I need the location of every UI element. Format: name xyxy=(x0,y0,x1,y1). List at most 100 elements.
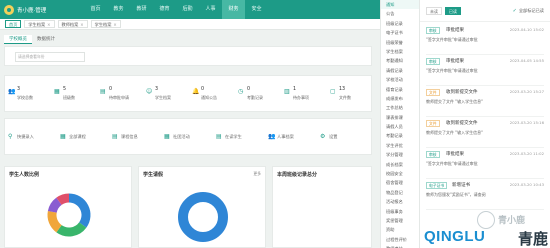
notification-body: "签字文件审批"申请通过审批 xyxy=(426,161,478,166)
stat-card[interactable]: 👥 3 学校总数 xyxy=(5,76,51,113)
nav-item[interactable]: 教务 xyxy=(107,0,130,19)
donut-slice-C[interactable] xyxy=(47,210,62,233)
quick-link-label: 设置 xyxy=(329,134,338,139)
tab[interactable]: 学生档案 × xyxy=(90,20,121,28)
doc-icon: ▤ xyxy=(216,133,222,140)
drawer-item[interactable]: 成长档案 xyxy=(381,160,419,169)
nav-item[interactable]: 首页 xyxy=(84,0,107,19)
drawer-item[interactable]: 教师考核 xyxy=(381,244,419,248)
stat-number: 3 xyxy=(155,87,159,92)
stat-number: 5 xyxy=(63,87,67,92)
drawer-item[interactable]: 奖惩管理 xyxy=(381,216,419,225)
stat-number: 0 xyxy=(109,87,113,92)
drawer-item[interactable]: 请假记录 xyxy=(381,66,419,75)
notification-tag: 审核 xyxy=(426,27,440,34)
drawer-item[interactable]: 通知 xyxy=(381,0,419,10)
stat-card[interactable]: ▦ 5 班级数 xyxy=(51,76,97,113)
drawer-item[interactable]: 学分管理 xyxy=(381,150,419,159)
drawer-item[interactable]: 班级荣誉 xyxy=(381,38,419,47)
tab-label: 学生档案 xyxy=(28,21,46,27)
watermark-wechat-label: 青小鹿 xyxy=(498,216,526,226)
notification-body: 教师提交了文件 "输入学生信息" xyxy=(426,130,483,135)
drawer-item[interactable]: 物品登记 xyxy=(381,188,419,197)
panel-weekly-score: 本周班级记录总分 xyxy=(272,166,372,248)
notification-date: 2023-03-20 11:02 xyxy=(509,151,544,156)
quick-link[interactable]: 👥 人事档案 xyxy=(265,119,311,156)
drawer-item[interactable]: 学生评优 xyxy=(381,141,419,150)
donut-slice-B[interactable] xyxy=(56,222,87,237)
drawer-item[interactable]: 资助 xyxy=(381,225,419,234)
notification-item[interactable]: 审核 审批结果 2023-03-20 11:02 "签字文件审批"申请通过审批 xyxy=(426,151,544,179)
drawer-item[interactable]: 成绩发布 xyxy=(381,94,419,103)
tab[interactable]: 学生档案 × xyxy=(24,20,55,28)
drawer-item[interactable]: 班级事务 xyxy=(381,207,419,216)
stat-label: 学生档案 xyxy=(155,95,171,100)
donut-slice-E[interactable] xyxy=(56,193,70,206)
notification-date: 2023-03-20 15:27 xyxy=(509,89,544,94)
nav-item[interactable]: 德育 xyxy=(153,0,176,19)
quick-link[interactable]: ▦ 全部课程 xyxy=(57,119,103,156)
stat-card[interactable]: ▤ 0 待审批申请 xyxy=(97,76,143,113)
link-icon: ⚲ xyxy=(8,133,13,140)
tab[interactable]: 教师档案 × xyxy=(57,20,88,28)
nav-item[interactable]: 后勤 xyxy=(176,0,199,19)
stat-card[interactable]: 🔔 0 通知公告 xyxy=(189,76,235,113)
drawer-item[interactable]: 班级记录 xyxy=(381,19,419,28)
drawer-item[interactable]: 德育记录 xyxy=(381,85,419,94)
quick-link[interactable]: ▤ 在读学生 xyxy=(213,119,259,156)
panel-student-leave: 学生请假 更多 xyxy=(138,166,266,248)
quick-link[interactable]: ▦ 社团活动 xyxy=(161,119,207,156)
subtab[interactable]: 学校概览 xyxy=(4,35,32,44)
check-icon: ✓ xyxy=(512,7,517,14)
drawer-item[interactable]: 公告 xyxy=(381,9,419,18)
filter-unread[interactable]: 未读 xyxy=(426,6,442,15)
nav-item[interactable]: 教研 xyxy=(130,0,153,19)
drawer-item[interactable]: 请假人员 xyxy=(381,122,419,131)
mark-all-read-button[interactable]: ✓ 全部标记已读 xyxy=(513,8,544,14)
nav-item[interactable]: 人事 xyxy=(199,0,222,19)
panel-student-ratio: 学生人数比例 xyxy=(4,166,132,248)
stat-label: 学校总数 xyxy=(17,95,33,100)
year-select[interactable]: 请选择查看年份 xyxy=(15,52,85,62)
drawer-item[interactable]: 电子证书 xyxy=(381,28,419,37)
stat-card[interactable]: ☺ 3 学生档案 xyxy=(143,76,189,113)
donut-slice-请假[interactable] xyxy=(178,192,228,242)
drawer-item[interactable]: 过程性评价 xyxy=(381,235,419,244)
close-icon[interactable]: × xyxy=(47,21,50,28)
drawer-item[interactable]: 考勤通知 xyxy=(381,56,419,65)
quick-link-label: 在读学生 xyxy=(225,134,242,139)
drawer-item[interactable]: 宿舍管理 xyxy=(381,178,419,187)
quick-link[interactable]: ⚙ 设置 xyxy=(317,119,363,156)
notification-title: 审批结果 xyxy=(446,28,464,33)
stat-label: 待审批申请 xyxy=(109,95,129,100)
drawer-item[interactable]: 考勤记录 xyxy=(381,131,419,140)
calendar-icon: ▦ xyxy=(60,133,66,140)
notification-item[interactable]: 审核 审批结果 2023-04-10 15:02 "签字文件审批"申请通过审批 xyxy=(426,27,544,55)
nav-item[interactable]: 安全 xyxy=(245,0,268,19)
stat-card[interactable]: ▢ 13 文件数 xyxy=(327,76,373,113)
notification-item[interactable]: 审核 审批结果 2023-04-05 14:55 "签字文件审批"申请通过审批 xyxy=(426,58,544,86)
quick-link[interactable]: ⚲ 快捷录入 xyxy=(5,119,51,156)
quick-link[interactable]: ▤ 课程信息 xyxy=(109,119,155,156)
subtab[interactable]: 数据统计 xyxy=(32,35,60,44)
tab[interactable]: 首页 xyxy=(5,20,22,28)
drawer-item[interactable]: 学生档案 xyxy=(381,47,419,56)
drawer-item[interactable]: 工作总结 xyxy=(381,103,419,112)
donut-slice-D[interactable] xyxy=(47,197,62,214)
doc-icon: ▤ xyxy=(112,133,118,140)
close-icon[interactable]: × xyxy=(113,21,116,28)
notification-title: 审批结果 xyxy=(446,152,464,157)
filter-read[interactable]: 已读 xyxy=(445,6,461,15)
notification-item[interactable]: 文件 收到新提交文件 2023-03-20 15:27 教师提交了文件 "输入学生信息… xyxy=(426,89,544,117)
notification-item[interactable]: 文件 收到新提交文件 2023-03-20 15:16 教师提交了文件 "输入学生信息… xyxy=(426,120,544,148)
drawer-item[interactable]: 学校活动 xyxy=(381,75,419,84)
nav-item[interactable]: 财务 xyxy=(222,0,245,19)
donut-slice-A[interactable] xyxy=(68,193,91,228)
logo-icon xyxy=(4,4,14,15)
stat-card[interactable]: ▥ 1 待办事项 xyxy=(281,76,327,113)
drawer-item[interactable]: 课表排课 xyxy=(381,113,419,122)
close-icon[interactable]: × xyxy=(80,21,83,28)
drawer-item[interactable]: 活动报名 xyxy=(381,197,419,206)
stat-card[interactable]: ◷ 0 考勤记录 xyxy=(235,76,281,113)
drawer-item[interactable]: 校园安全 xyxy=(381,169,419,178)
